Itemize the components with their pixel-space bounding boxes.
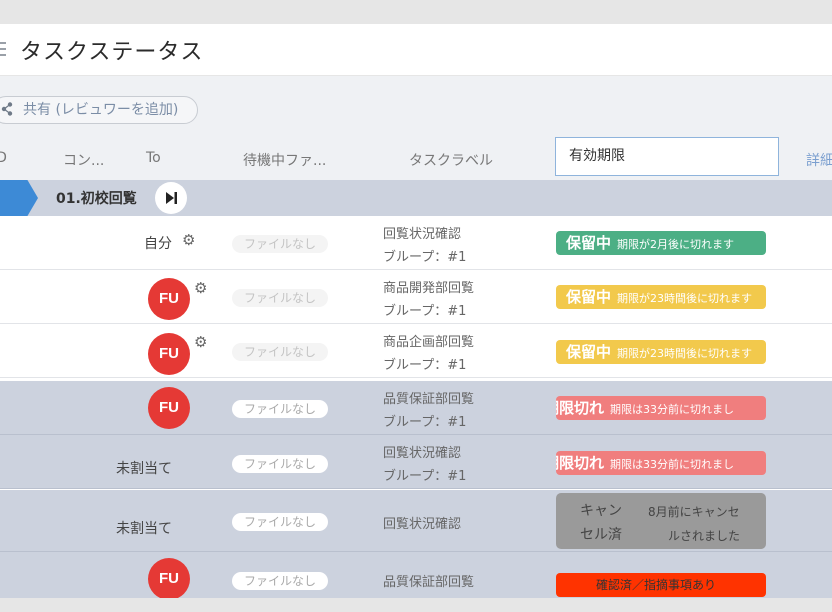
avatar[interactable]: FU [148,333,190,375]
task-label: 回覧状況確認 [383,446,462,461]
task-status-panel: タスクステータス 共有 (レビュワーを追加) ID コン... To 待機中ファ… [0,24,832,598]
bottom-strip [0,598,832,612]
status-line1a: キャン [580,503,622,519]
status-line2b: ルされました [668,529,741,543]
file-pill: ファイルなし [232,235,328,253]
task-label: 商品開発部回覧 [383,281,475,296]
task-group: ブループ：#1 [383,250,467,265]
status-badge: 確認済／指摘事項あり [556,573,766,597]
table-row[interactable]: FU ファイルなし 品質保証部回覧 ブループ：#1 期限切れ期限は33分前に切れ… [0,381,832,435]
status-sub: 期限が23時間後に切れます [617,347,753,360]
task-group: ブループ：#1 [383,304,467,319]
avatar[interactable]: FU [148,387,190,429]
status-sub: 期限は33分前に切れまし [610,458,735,471]
task-label: 品質保証部回覧 [383,392,475,407]
table-row[interactable]: 自分 ⚙ ファイルなし 回覧状況確認 ブループ：#1 保留中 期限が2月後に切れま… [0,216,832,270]
share-button[interactable]: 共有 (レビュワーを追加) [0,96,198,124]
assignee-label: 未割当て [116,521,172,537]
task-group: ブループ：#1 [383,415,467,430]
status-main: 期限切れ [556,454,605,472]
status-line2a: セル済 [580,527,622,543]
menu-icon[interactable] [0,42,6,56]
file-pill: ファイルなし [232,343,328,361]
top-strip [0,0,832,24]
title-bar: タスクステータス [0,24,832,76]
group-expand-arrow[interactable] [0,180,38,216]
col-task-label[interactable]: タスクラベル [409,150,493,170]
status-main: 保留中 [566,234,612,252]
table-row[interactable]: FU ⚙ ファイルなし 商品企画部回覧 ブループ：#1 保留中 期限が23時間後に… [0,324,832,378]
file-pill: ファイルなし [232,400,328,418]
status-sub: 期限が23時間後に切れます [617,292,753,305]
assignee-label: 自分 [144,236,172,252]
status-main: 期限切れ [556,399,605,417]
status-badge: 保留中 期限が23時間後に切れます [556,285,766,309]
task-label: 商品企画部回覧 [383,335,475,350]
gear-icon[interactable]: ⚙ [182,231,195,249]
table-row[interactable]: FU ⚙ ファイルなし 商品開発部回覧 ブループ：#1 保留中 期限が23時間後に… [0,270,832,324]
avatar[interactable]: FU [148,278,190,320]
status-badge: 期限切れ期限は33分前に切れまし [556,396,766,420]
file-pill: ファイルなし [232,289,328,307]
avatar[interactable]: FU [148,558,190,598]
table-row[interactable]: 未割当て ファイルなし 回覧状況確認 ブループ：#1 期限切れ期限は33分前に切… [0,435,832,489]
col-detail[interactable]: 詳細 [806,150,832,170]
page-title: タスクステータス [20,40,204,65]
status-line1b: 8月前にキャンセ [648,505,740,519]
status-main: 確認済／指摘事項あり [596,578,717,592]
table-row[interactable]: 未割当て ファイルなし 回覧状況確認 キャン 8月前にキャンセ セル済 ルされま… [0,490,832,552]
status-sub: 期限が2月後に切れます [617,238,735,251]
col-waiting-file[interactable]: 待機中ファ... [243,150,326,170]
col-id[interactable]: ID [0,150,7,166]
col-expiry-filter[interactable]: 有効期限 [555,137,779,176]
group-name: 01.初校回覧 [56,191,137,207]
group-row[interactable]: 01.初校回覧 [0,180,832,216]
skip-next-button[interactable] [155,182,187,214]
status-main: 保留中 [566,343,612,361]
status-badge: キャン 8月前にキャンセ セル済 ルされました [556,493,766,549]
task-group: ブループ：#1 [383,469,467,484]
skip-next-icon [166,192,177,204]
file-pill: ファイルなし [232,572,328,590]
status-main: 保留中 [566,288,612,306]
share-button-label: 共有 (レビュワーを追加) [23,102,179,118]
table-row[interactable]: FU ファイルなし 品質保証部回覧 確認済／指摘事項あり [0,552,832,598]
status-badge: 保留中 期限が23時間後に切れます [556,340,766,364]
col-to[interactable]: To [146,150,161,166]
gear-icon[interactable]: ⚙ [194,333,207,351]
task-group: ブループ：#1 [383,358,467,373]
assignee-label: 未割当て [116,461,172,477]
status-badge: 期限切れ期限は33分前に切れまし [556,451,766,475]
toolbar: 共有 (レビュワーを追加) [0,76,832,140]
task-label: 回覧状況確認 [383,517,462,532]
share-icon [1,102,13,116]
gear-icon[interactable]: ⚙ [194,279,207,297]
file-pill: ファイルなし [232,513,328,531]
task-label: 回覧状況確認 [383,227,462,242]
col-content[interactable]: コン... [63,150,104,170]
status-sub: 期限は33分前に切れまし [610,403,735,416]
file-pill: ファイルなし [232,455,328,473]
task-label: 品質保証部回覧 [383,575,475,590]
status-badge: 保留中 期限が2月後に切れます [556,231,766,255]
